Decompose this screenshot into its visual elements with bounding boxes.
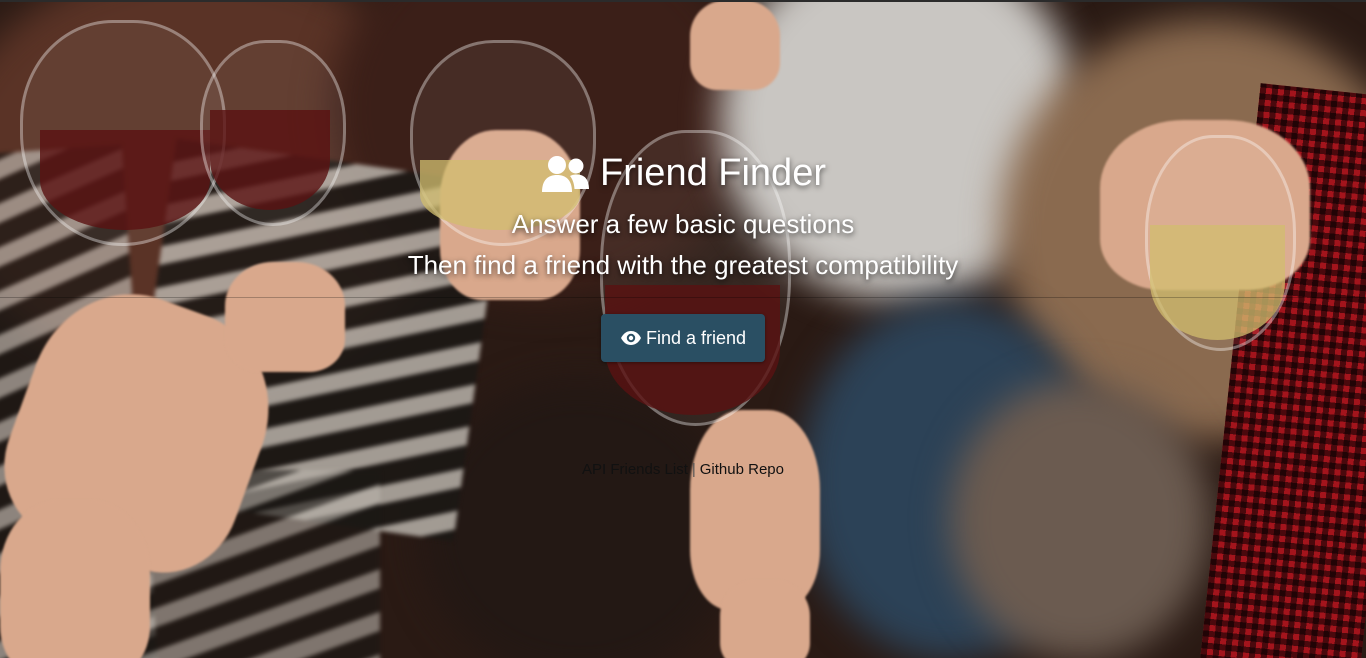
github-repo-link[interactable]: Github Repo	[700, 461, 784, 478]
footer-separator: |	[691, 461, 696, 478]
title-text: Friend Finder	[600, 152, 826, 194]
subtitle-1: Answer a few basic questions	[511, 209, 855, 239]
api-friends-list-link[interactable]: API Friends List	[582, 461, 688, 478]
find-a-friend-label: Find a friend	[645, 327, 747, 348]
footer-links: API Friends List | Github Repo	[0, 461, 1366, 478]
eye-icon	[620, 331, 641, 345]
find-a-friend-button[interactable]: Find a friend	[601, 314, 765, 362]
subtitle-2: Then find a friend with the greatest com…	[407, 250, 959, 280]
page-title: Friend Finder	[0, 152, 1366, 195]
hero: Friend Finder Answer a few basic questio…	[0, 0, 1366, 658]
users-icon	[542, 155, 589, 192]
